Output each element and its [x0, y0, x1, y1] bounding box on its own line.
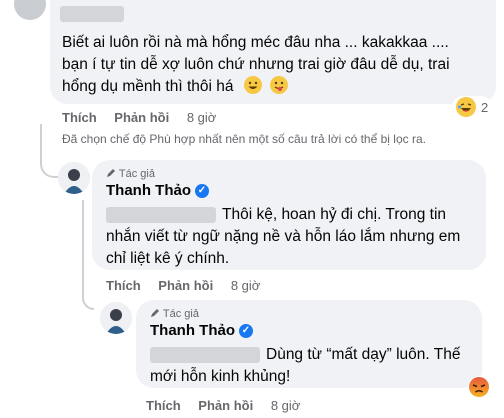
comment-time[interactable]: 8 giờ: [187, 110, 217, 125]
reply-text-line-3: chỉ liệt kê ý chính.: [106, 250, 230, 267]
angry-reaction-icon[interactable]: [468, 376, 490, 398]
like-button[interactable]: Thích: [62, 110, 97, 125]
blurred-mention: [150, 346, 260, 363]
author-avatar[interactable]: [100, 302, 132, 334]
reply-button[interactable]: Phản hồi: [114, 110, 169, 125]
comment-text-line-1: Biết ai luôn rồi nà mà hổng méc đâu nha …: [62, 34, 449, 51]
blurred-author-name: [60, 6, 124, 22]
reply-bubble: Tác giả Thanh Thảo ✓ Dùng từ “mất dạy” lu…: [136, 300, 482, 388]
reply-bubble: Tác giả Thanh Thảo ✓ Thôi kệ, hoan hỷ đi …: [92, 160, 486, 270]
reply-time[interactable]: 8 giờ: [271, 398, 301, 413]
verified-badge-icon: ✓: [195, 184, 209, 199]
haha-reaction-icon: [456, 97, 476, 117]
reply-actions: Thích Phản hồi 8 giờ: [106, 278, 274, 293]
reply-button[interactable]: Phản hồi: [158, 278, 213, 293]
blurred-mention: [106, 206, 216, 223]
author-tag: Tác giả: [150, 308, 199, 320]
reply-actions: Thích Phản hồi 8 giờ: [146, 398, 314, 413]
comment-text-line-3: hổng dụ mềnh thì thôi há: [62, 76, 492, 98]
commenter-avatar[interactable]: [14, 0, 46, 20]
author-name[interactable]: Thanh Thảo ✓: [106, 182, 209, 199]
comment-bubble: Biết ai luôn rồi nà mà hổng méc đâu nha …: [50, 0, 496, 104]
thread-line: [40, 124, 58, 178]
reply-text-line-1: Thôi kệ, hoan hỷ đi chị. Trong tin: [106, 204, 486, 226]
like-button[interactable]: Thích: [146, 398, 181, 413]
tongue-emoji-icon: [270, 76, 289, 94]
reaction-badge[interactable]: 2: [452, 96, 493, 118]
comment-actions: Thích Phản hồi 8 giờ: [62, 110, 230, 125]
filter-notice: Đã chọn chế độ Phù hợp nhất nên một số c…: [62, 132, 426, 146]
pen-icon: [151, 309, 159, 317]
author-avatar[interactable]: [58, 162, 90, 194]
reply-button[interactable]: Phản hồi: [198, 398, 253, 413]
comment-text-line-2: bạn í tự tin dễ xợ luôn chứ nhưng trai g…: [62, 56, 450, 73]
reply-text-line-2: mới hỗn kinh khủng!: [150, 368, 291, 385]
author-name[interactable]: Thanh Thảo ✓: [150, 322, 253, 339]
pen-icon: [107, 169, 115, 177]
reply-time[interactable]: 8 giờ: [231, 278, 261, 293]
reply-text-line-1: Dùng từ “mất dạy” luôn. Thế: [150, 344, 480, 366]
author-tag: Tác giả: [106, 168, 155, 180]
reply-text-line-2: nhắn viết từ ngữ nặng nề và hỗn láo lắm …: [106, 228, 461, 245]
reaction-count: 2: [481, 99, 489, 115]
verified-badge-icon: ✓: [239, 324, 253, 339]
grin-emoji-icon: [243, 76, 262, 94]
like-button[interactable]: Thích: [106, 278, 141, 293]
